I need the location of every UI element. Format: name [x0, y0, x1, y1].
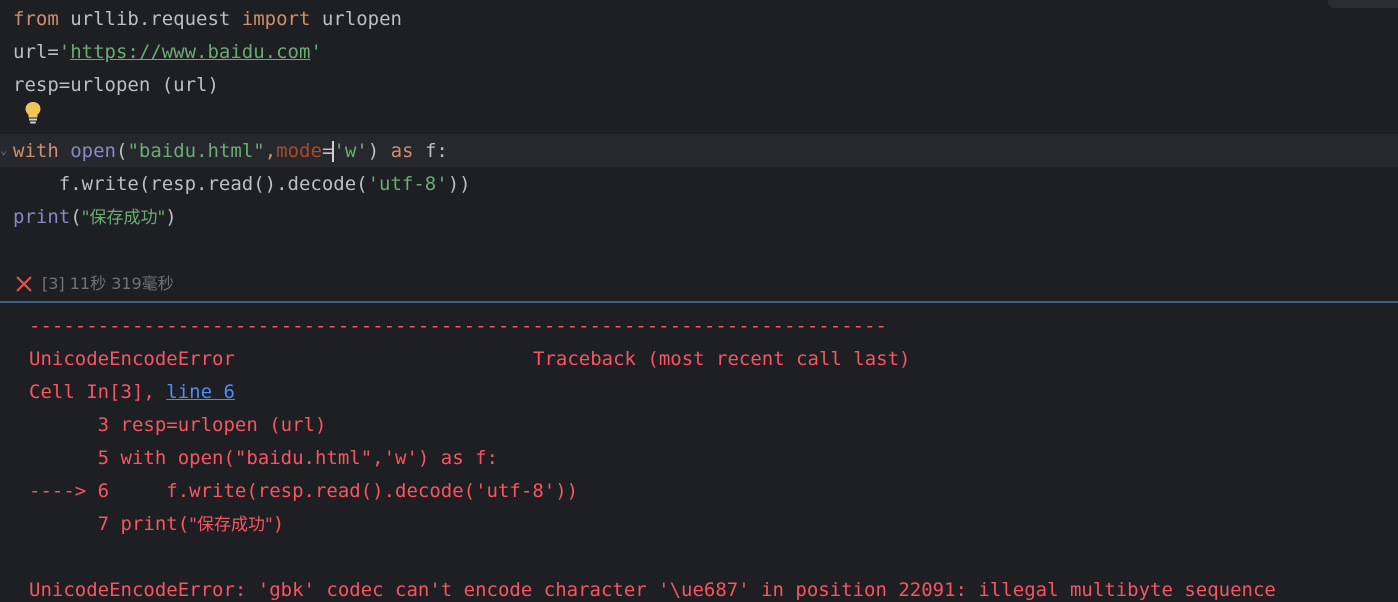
- paren-open: (: [70, 206, 82, 228]
- builtin-print: print: [13, 206, 71, 228]
- code-line-1[interactable]: from urllib.request import urlopen: [13, 3, 402, 36]
- code-line-3[interactable]: resp=urlopen (url): [13, 69, 219, 102]
- cell-output: ----------------------------------------…: [0, 303, 1398, 602]
- write-close: )): [447, 173, 471, 195]
- code-line-7[interactable]: print("保存成功"): [13, 201, 177, 234]
- module-name: urllib.request: [58, 8, 242, 30]
- quote-close: ': [310, 41, 322, 63]
- execution-time: [3] 11秒 319毫秒: [42, 274, 174, 293]
- paren-open: (: [115, 140, 128, 162]
- error-message: UnicodeEncodeError: 'gbk' codec can't en…: [29, 579, 1276, 601]
- alias-f: f:: [413, 140, 448, 162]
- comma: ,: [264, 140, 277, 162]
- code-line-6[interactable]: f.write(resp.read().decode('utf-8')): [13, 168, 471, 201]
- keyword-import: import: [241, 8, 311, 30]
- keyword-as: as: [390, 140, 414, 162]
- builtin-open: open: [70, 140, 116, 162]
- traceback-label: Traceback (most recent call last): [533, 348, 911, 370]
- code-line-5[interactable]: with open("baidu.html",mode='w') as f:: [13, 135, 448, 168]
- error-header: UnicodeEncodeError Traceback (most recent…: [29, 343, 911, 376]
- param-mode: mode: [276, 140, 322, 162]
- print-string: "保存成功": [81, 208, 166, 228]
- cell-location: Cell In[3], line 6: [29, 376, 235, 409]
- traceback-line-3: 3 resp=urlopen (url): [29, 414, 327, 436]
- traceback-line-5: 5 with open("baidu.html",'w') as f:: [29, 447, 498, 469]
- line-link[interactable]: line 6: [166, 381, 235, 403]
- paren-close: ): [367, 140, 391, 162]
- traceback-line-7: 7 print("保存成功"): [29, 508, 285, 541]
- paren-close: ): [165, 206, 177, 228]
- keyword-from: from: [13, 8, 59, 30]
- cell-prefix: Cell In[3],: [29, 381, 167, 403]
- tb7-suffix: ): [272, 513, 285, 535]
- filename-string: "baidu.html": [127, 140, 265, 162]
- assign-url: url=: [13, 41, 59, 63]
- tb7-prefix: 7 print(: [29, 513, 190, 535]
- code-editor[interactable]: ⌄ from urllib.request import urlopen url…: [0, 0, 1398, 268]
- import-name: urlopen: [310, 8, 402, 30]
- editor-corner-tab: [1328, 0, 1398, 8]
- cell-execution-status: [3] 11秒 319毫秒: [14, 270, 174, 298]
- quote-open: ': [58, 41, 71, 63]
- code-line-2[interactable]: url='https://www.baidu.com': [13, 36, 322, 69]
- mode-string: 'w': [333, 140, 368, 162]
- traceback-line-6: ----> 6 f.write(resp.read().decode('utf-…: [29, 480, 579, 502]
- fold-marker-icon[interactable]: ⌄: [0, 142, 7, 158]
- lightbulb-icon[interactable]: [24, 101, 42, 125]
- encoding-string: 'utf-8': [367, 173, 448, 195]
- write-call: f.write(resp.read().decode(: [13, 173, 368, 195]
- keyword-with: with: [13, 140, 59, 162]
- close-icon[interactable]: [14, 274, 34, 294]
- url-string[interactable]: https://www.baidu.com: [70, 41, 310, 63]
- error-name: UnicodeEncodeError: [29, 348, 235, 370]
- tb7-string: "保存成功": [189, 515, 273, 535]
- output-dashes: ----------------------------------------…: [29, 315, 887, 337]
- resp-assign: resp=urlopen (url): [13, 74, 219, 96]
